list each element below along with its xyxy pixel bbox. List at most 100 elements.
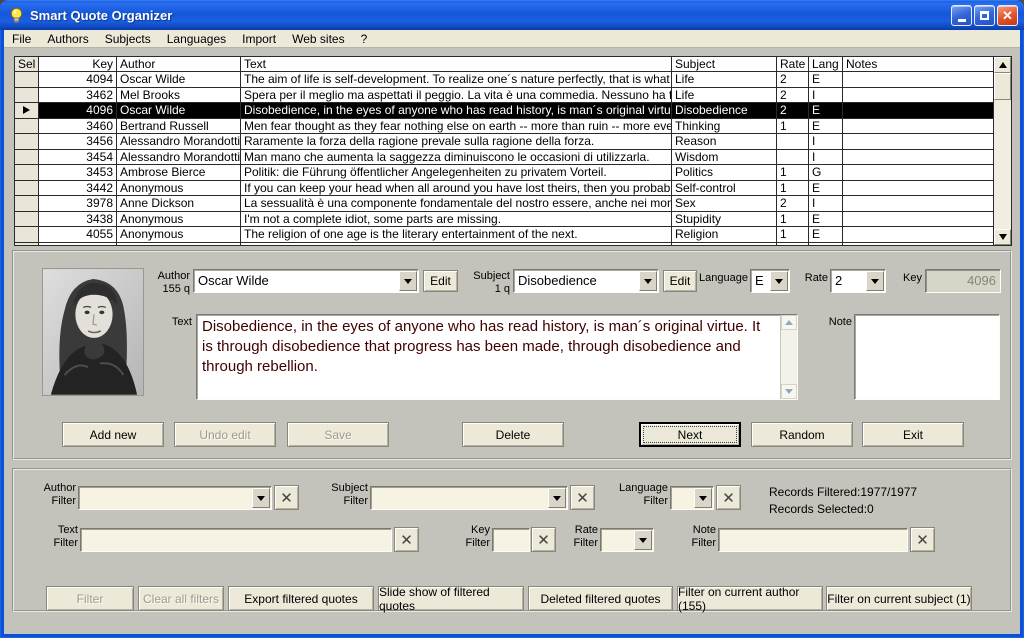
column-header-text[interactable]: Text [241,57,672,71]
subject-select[interactable]: Disobedience [513,269,659,293]
table-row[interactable]: 3460Bertrand RussellMen fear thought as … [15,119,993,135]
row-selector[interactable] [15,150,39,165]
cell-subject[interactable]: Thinking [672,119,777,134]
cell-text[interactable]: The aim of life is self-development. To … [241,72,672,87]
cell-notes[interactable] [843,196,993,211]
chevron-down-icon[interactable] [634,530,652,550]
scroll-up-icon[interactable] [781,315,797,330]
cell-text[interactable]: A volte è meglio tacere che aprir bocca … [241,243,672,246]
cell-rate[interactable] [777,150,809,165]
cell-author[interactable]: Ambrose Bierce [117,165,241,180]
menu-item-?[interactable]: ? [353,31,376,47]
table-row[interactable]: 3456Alessandro MorandottiRaramente la fo… [15,134,993,150]
cell-rate[interactable]: 2 [777,88,809,103]
scroll-down-icon[interactable] [994,229,1011,245]
cell-lang[interactable]: E [809,212,843,227]
edit-subject-button[interactable]: Edit [663,270,697,292]
column-header-subject[interactable]: Subject [672,57,777,71]
chevron-down-icon[interactable] [866,271,884,291]
table-row[interactable]: 3438AnonymousI'm not a complete idiot, s… [15,212,993,228]
cell-author[interactable]: Anonymous [117,181,241,196]
scroll-up-icon[interactable] [994,57,1011,73]
row-selector[interactable] [15,165,39,180]
filter-current-author-button[interactable]: Filter on current author (155) [677,586,823,611]
cell-notes[interactable] [843,165,993,180]
chevron-down-icon[interactable] [399,271,417,291]
cell-subject[interactable]: Stupidity [672,212,777,227]
row-selector[interactable] [15,88,39,103]
menu-item-file[interactable]: File [4,31,39,47]
cell-key[interactable]: 4094 [39,72,117,87]
chevron-down-icon[interactable] [252,488,270,508]
table-row[interactable]: 3428AnonymousA volte è meglio tacere che… [15,243,993,246]
author-select[interactable]: Oscar Wilde [193,269,419,293]
chevron-down-icon[interactable] [639,271,657,291]
cell-lang[interactable]: I [809,150,843,165]
cell-text[interactable]: Man mano che aumenta la saggezza diminui… [241,150,672,165]
cell-key[interactable]: 3442 [39,181,117,196]
filter-current-subject-button[interactable]: Filter on current subject (1) [826,586,972,611]
chevron-down-icon[interactable] [694,488,712,508]
column-header-key[interactable]: Key [39,57,117,71]
edit-author-button[interactable]: Edit [423,270,458,292]
cell-text[interactable]: Disobedience, in the eyes of anyone who … [241,103,672,118]
cell-notes[interactable] [843,134,993,149]
language-select[interactable]: E [750,269,790,293]
cell-key[interactable]: 3438 [39,212,117,227]
cell-key[interactable]: 3454 [39,150,117,165]
cell-lang[interactable]: E [809,72,843,87]
cell-subject[interactable]: Politics [672,165,777,180]
cell-subject[interactable]: Life [672,72,777,87]
cell-subject[interactable]: Self-control [672,181,777,196]
cell-notes[interactable] [843,227,993,242]
cell-key[interactable]: 3462 [39,88,117,103]
cell-text[interactable]: Raramente la forza della ragione prevale… [241,134,672,149]
cell-author[interactable]: Anonymous [117,243,241,246]
export-filtered-quotes-button[interactable]: Export filtered quotes [228,586,374,611]
next-button[interactable]: Next [639,422,741,447]
cell-lang[interactable]: E [809,103,843,118]
cell-subject[interactable]: Religion [672,227,777,242]
author-filter-select[interactable] [78,486,272,510]
clear-text-filter-button[interactable]: ✕ [394,527,419,552]
cell-rate[interactable]: 2 [777,72,809,87]
cell-key[interactable]: 4055 [39,227,117,242]
table-row[interactable]: 3453Ambrose BiercePolitik: die Führung ö… [15,165,993,181]
slideshow-filtered-quotes-button[interactable]: Slide show of filtered quotes [378,586,524,611]
row-selector[interactable] [15,212,39,227]
cell-text[interactable]: If you can keep your head when all aroun… [241,181,672,196]
cell-lang[interactable]: E [809,181,843,196]
clear-subject-filter-button[interactable]: ✕ [570,485,595,510]
rate-select[interactable]: 2 [830,269,886,293]
note-text-area[interactable] [854,314,1000,400]
cell-lang[interactable]: I [809,243,843,246]
column-header-notes[interactable]: Notes [843,57,993,71]
cell-lang[interactable]: E [809,227,843,242]
subject-filter-select[interactable] [370,486,568,510]
random-button[interactable]: Random [751,422,853,447]
table-row[interactable]: 4096Oscar WildeDisobedience, in the eyes… [15,103,993,119]
table-row[interactable]: 4055AnonymousThe religion of one age is … [15,227,993,243]
menu-item-subjects[interactable]: Subjects [97,31,159,47]
row-selector[interactable] [15,103,39,118]
table-row[interactable]: 4094Oscar WildeThe aim of life is self-d… [15,72,993,88]
cell-rate[interactable]: 1 [777,227,809,242]
clear-note-filter-button[interactable]: ✕ [910,527,935,552]
cell-rate[interactable]: 1 [777,181,809,196]
row-selector[interactable] [15,196,39,211]
cell-notes[interactable] [843,72,993,87]
cell-notes[interactable] [843,119,993,134]
row-selector[interactable] [15,243,39,246]
cell-notes[interactable] [843,212,993,227]
menu-item-languages[interactable]: Languages [159,31,234,47]
cell-author[interactable]: Oscar Wilde [117,103,241,118]
table-row[interactable]: 3442AnonymousIf you can keep your head w… [15,181,993,197]
cell-text[interactable]: La sessualità è una componente fondament… [241,196,672,211]
cell-lang[interactable]: G [809,165,843,180]
row-selector[interactable] [15,72,39,87]
row-selector[interactable] [15,181,39,196]
column-header-rate[interactable]: Rate [777,57,809,71]
cell-key[interactable]: 3453 [39,165,117,180]
cell-author[interactable]: Mel Brooks [117,88,241,103]
cell-notes[interactable] [843,88,993,103]
